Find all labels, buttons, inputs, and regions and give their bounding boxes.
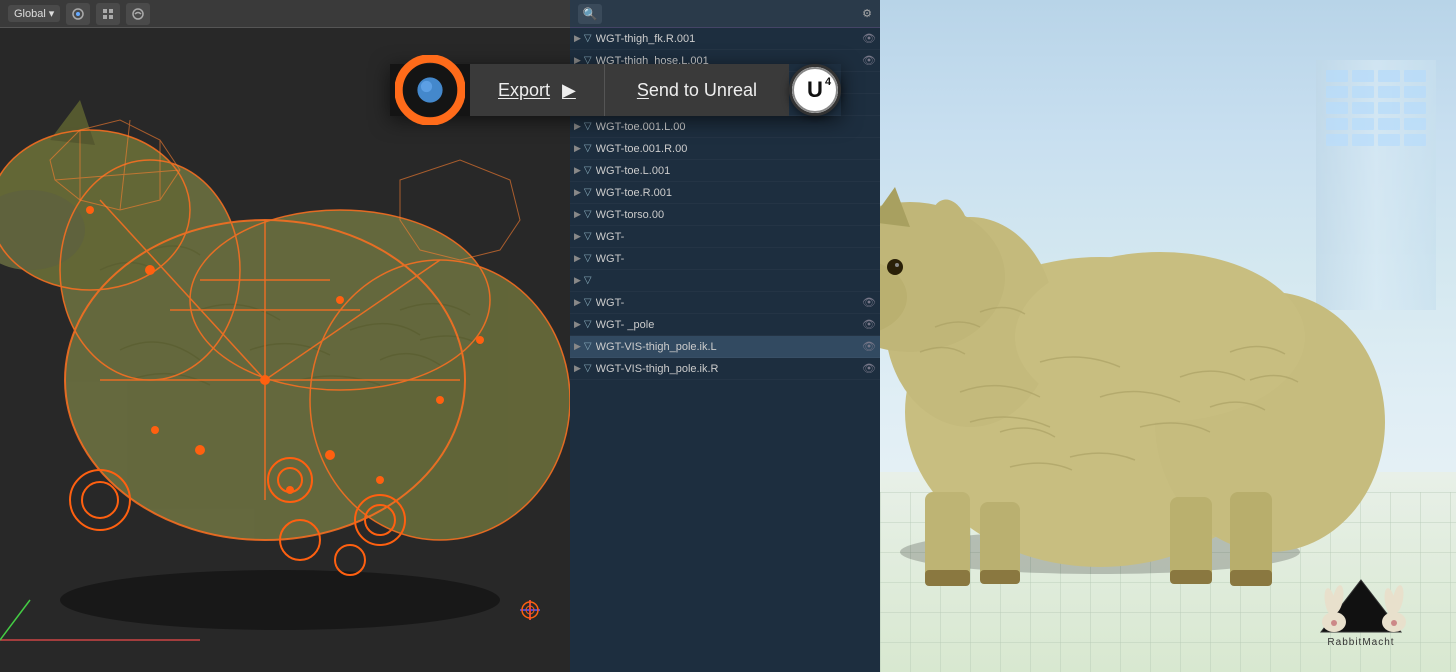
unreal-engine-logo: U 4 — [789, 64, 841, 116]
list-item[interactable]: ▶ ▽ WGT- 👁 — [570, 292, 880, 314]
export-arrow-icon: ▶ — [562, 80, 576, 101]
list-item[interactable]: ▶ ▽ WGT-torso.00 — [570, 204, 880, 226]
export-menu-bar: Export ▶ Send to Unreal U 4 — [390, 64, 841, 116]
visibility-eye[interactable]: 👁 — [862, 296, 876, 309]
toolbar-left[interactable]: Global ▾ — [0, 0, 570, 28]
list-item[interactable]: ▶ ▽ WGT-toe.R.001 — [570, 182, 880, 204]
snap-icon[interactable] — [96, 3, 120, 25]
list-item[interactable]: ▶ ▽ WGT-VIS-thigh_pole.ik.R 👁 — [570, 358, 880, 380]
visibility-eye[interactable]: 👁 — [862, 318, 876, 331]
list-item[interactable]: ▶ ▽ WGT-thigh_fk.R.001 👁 — [570, 28, 880, 50]
transform-icon[interactable] — [66, 3, 90, 25]
dropdown-arrow: ▾ — [49, 7, 55, 20]
list-item[interactable]: ▶ ▽ WGT- — [570, 248, 880, 270]
list-item[interactable]: ▶ ▽ WGT- _pole 👁 — [570, 314, 880, 336]
send-to-unreal-label: Send to Unreal — [637, 80, 757, 101]
list-item[interactable]: ▶ ▽ — [570, 270, 880, 292]
blender-logo — [390, 64, 470, 116]
list-item[interactable]: ▶ ▽ WGT-toe.001.L.00 — [570, 116, 880, 138]
visibility-eye[interactable]: 👁 — [862, 32, 876, 45]
export-label: Export — [498, 80, 550, 101]
list-item[interactable]: ▶ ▽ WGT-VIS-thigh_pole.ik.L 👁 — [570, 336, 880, 358]
proportional-icon[interactable] — [126, 3, 150, 25]
list-item[interactable]: ▶ ▽ WGT- — [570, 226, 880, 248]
send-to-unreal-button[interactable]: Send to Unreal — [605, 64, 789, 116]
search-icon[interactable]: 🔍 — [578, 4, 602, 24]
rabbit-macht-logo: RabbitMacht — [1296, 572, 1426, 652]
visibility-eye[interactable]: 👁 — [862, 362, 876, 375]
svg-text:4: 4 — [825, 76, 832, 88]
outliner-header: 🔍 ⚙ — [570, 0, 880, 28]
mode-dropdown[interactable]: Global ▾ — [8, 5, 60, 22]
rabbit-macht-label: RabbitMacht — [1327, 637, 1394, 648]
unreal-viewport: RabbitMacht — [880, 0, 1456, 672]
rabbit-logo-svg — [1301, 572, 1421, 637]
mode-label: Global — [14, 8, 46, 20]
filter-icon[interactable]: ⚙ — [862, 7, 872, 20]
list-item[interactable]: ▶ ▽ WGT-toe.L.001 — [570, 160, 880, 182]
rhino-model-right — [880, 112, 1390, 592]
svg-text:U: U — [807, 77, 823, 102]
visibility-eye[interactable]: 👁 — [862, 340, 876, 353]
visibility-eye[interactable]: 👁 — [862, 54, 876, 67]
list-item[interactable]: ▶ ▽ WGT-toe.001.R.00 — [570, 138, 880, 160]
export-button[interactable]: Export ▶ — [470, 64, 605, 116]
